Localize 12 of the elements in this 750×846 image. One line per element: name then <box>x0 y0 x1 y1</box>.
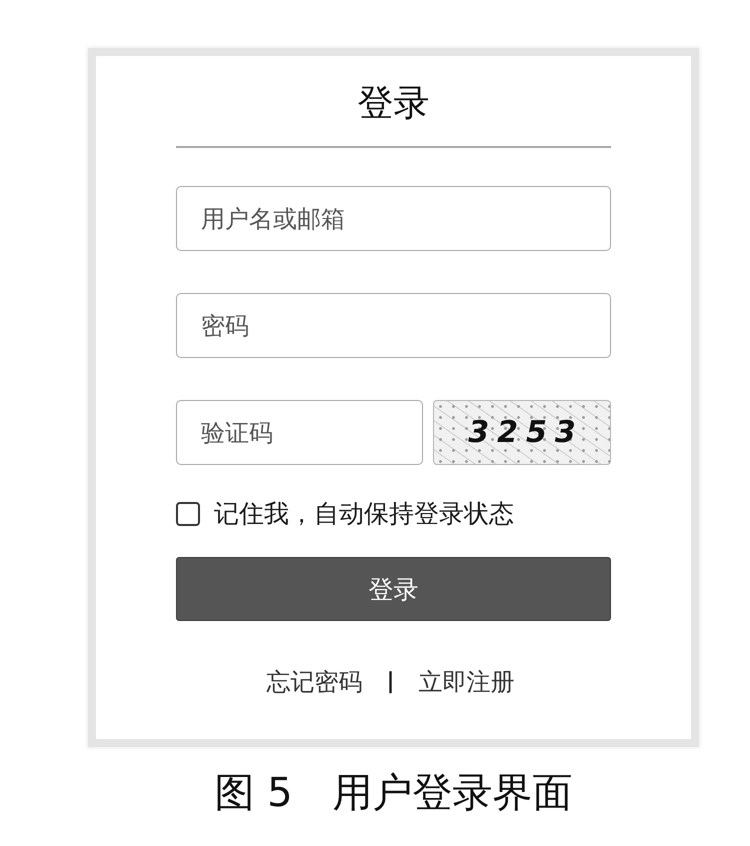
remember-label: 记住我，自动保持登录状态 <box>214 499 514 529</box>
link[interactable]: 立即注册 <box>418 667 515 697</box>
password-field[interactable]: 密码 <box>176 293 611 358</box>
login-button[interactable]: 登录 <box>176 557 611 621</box>
remember-checkbox[interactable] <box>176 502 200 526</box>
login-title: 登录 <box>358 82 430 126</box>
captcha-field[interactable]: 验证码 <box>176 400 423 465</box>
figure-caption: 图 5 用户登录界面 <box>214 769 573 818</box>
link-separator: | <box>386 668 395 696</box>
link[interactable]: 忘记密码 <box>266 667 362 697</box>
captcha-image[interactable]: 3253 <box>433 400 611 465</box>
username-field[interactable]: 用户名或邮箱 <box>176 186 611 251</box>
